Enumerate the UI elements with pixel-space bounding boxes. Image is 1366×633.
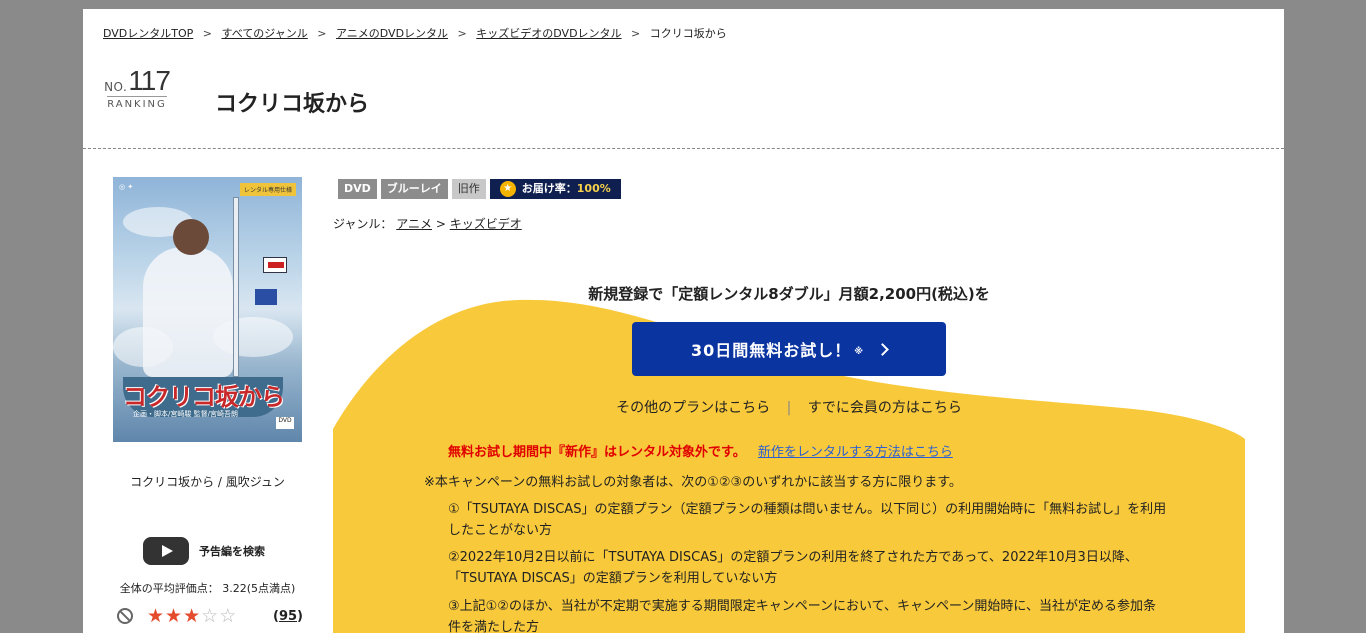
review-count-link[interactable]: 95 bbox=[279, 609, 297, 624]
studio-logo: ◎ ✦ bbox=[119, 183, 134, 191]
tag-old: 旧作 bbox=[451, 179, 486, 199]
breadcrumb-separator: > bbox=[457, 27, 467, 40]
free-trial-label: 30日間無料お試し！ bbox=[690, 341, 852, 360]
delivery-rate-badge: ★ お届け率： 100% bbox=[489, 179, 621, 199]
genre-label: ジャンル： bbox=[333, 217, 393, 231]
star-icon: ★ bbox=[499, 181, 516, 197]
warning-text: 無料お試し期間中『新作』はレンタル対象外です。 bbox=[448, 445, 746, 460]
tag-dvd: DVD bbox=[338, 179, 377, 199]
item-caption: コクリコ坂から / 風吹ジュン bbox=[130, 475, 285, 489]
cover-title: コクリコ坂から bbox=[123, 382, 285, 411]
member-login-link[interactable]: すでに会員の方はこちら bbox=[808, 400, 962, 416]
other-plans-link[interactable]: その他のプランはこちら bbox=[616, 400, 770, 416]
genre-link-kids-video[interactable]: キッズビデオ bbox=[450, 217, 522, 231]
star-icon-filled: ★ bbox=[183, 605, 202, 627]
star-icon-filled: ★ bbox=[165, 605, 184, 627]
new-release-warning: 無料お試し期間中『新作』はレンタル対象外です。 新作をレンタルする方法はこちら bbox=[448, 441, 953, 460]
rating-row: ★★★☆☆ (95) bbox=[117, 605, 303, 627]
breadcrumb-anime[interactable]: アニメのDVDレンタル bbox=[336, 27, 448, 40]
ranking-number: 117 bbox=[128, 65, 171, 96]
delivery-rate-label: お届け率： bbox=[521, 182, 577, 195]
free-trial-note-mark: ※ bbox=[854, 347, 865, 357]
chevron-right-icon bbox=[876, 342, 889, 356]
breadcrumb-kids-video[interactable]: キッズビデオのDVDレンタル bbox=[476, 27, 621, 40]
trailer-search-label: 予告編を検索 bbox=[199, 545, 265, 558]
plan-links-divider: | bbox=[786, 400, 792, 416]
average-rating-text: 全体の平均評価点： 3.22(5点満点) bbox=[119, 582, 296, 595]
genre-list: ジャンル： アニメ > キッズビデオ bbox=[333, 215, 522, 232]
genre-separator: > bbox=[435, 217, 446, 231]
delivery-rate-value: 100% bbox=[576, 182, 611, 195]
header-divider bbox=[83, 148, 1284, 149]
page-title: コクリコ坂から bbox=[215, 92, 370, 117]
not-interested-icon[interactable] bbox=[117, 608, 133, 624]
condition-3: ③上記①②のほか、当社が不定期で実施する期間限定キャンペーンにおいて、キャンペー… bbox=[448, 599, 1156, 633]
plan-links: その他のプランはこちら | すでに会員の方はこちら bbox=[333, 397, 1245, 417]
promo-headline: 新規登録で「定額レンタル8ダブル」月額2,200円(税込)を bbox=[588, 285, 990, 303]
star-icon-empty: ☆ bbox=[201, 605, 220, 627]
breadcrumb: DVDレンタルTOP > すべてのジャンル > アニメのDVDレンタル > キッ… bbox=[103, 25, 727, 41]
breadcrumb-separator: > bbox=[202, 27, 213, 40]
cover-dvd-mark: DVD bbox=[276, 417, 294, 429]
product-page: DVDレンタルTOP > すべてのジャンル > アニメのDVDレンタル > キッ… bbox=[83, 9, 1284, 633]
star-icon-empty: ☆ bbox=[219, 605, 238, 627]
play-icon bbox=[143, 537, 189, 565]
breadcrumb-current: コクリコ坂から bbox=[649, 27, 727, 40]
breadcrumb-all-genres[interactable]: すべてのジャンル bbox=[222, 27, 308, 40]
star-icon-filled: ★ bbox=[147, 605, 166, 627]
condition-2: ②2022年10月2日以前に「TSUTAYA DISCAS」の定額プランの利用を… bbox=[448, 550, 1138, 586]
tag-bluray: ブルーレイ bbox=[380, 179, 448, 199]
cover-subtitle: 企画・脚本/宮崎駿 監督/宮崎吾朗 bbox=[133, 410, 238, 418]
new-release-rental-link[interactable]: 新作をレンタルする方法はこちら bbox=[758, 445, 953, 460]
cover-rental-badge: レンタル専用仕様 bbox=[239, 183, 296, 196]
trailer-search-button[interactable]: 予告編を検索 bbox=[143, 537, 265, 565]
ranking-label: RANKING bbox=[107, 99, 167, 110]
campaign-note: ※本キャンペーンの無料お試しの対象者は、次の①②③のいずれかに該当する方に限りま… bbox=[424, 475, 962, 490]
rating-stars: ★★★☆☆ bbox=[147, 605, 237, 627]
cover-image[interactable]: ◎ ✦ レンタル専用仕様 コクリコ坂から 企画・脚本/宮崎駿 監督/宮崎吾朗 D… bbox=[113, 177, 302, 442]
ranking-badge: NO. 117 RANKING bbox=[104, 65, 171, 111]
review-count: (95) bbox=[273, 608, 303, 624]
ranking-prefix: NO. bbox=[104, 80, 128, 94]
genre-link-anime[interactable]: アニメ bbox=[396, 217, 432, 231]
breadcrumb-dvd-top[interactable]: DVDレンタルTOP bbox=[103, 27, 193, 40]
condition-1: ①「TSUTAYA DISCAS」の定額プラン（定額プランの種類は問いません。以… bbox=[448, 502, 1167, 538]
breadcrumb-separator: > bbox=[631, 27, 641, 40]
breadcrumb-separator: > bbox=[317, 27, 327, 40]
free-trial-button[interactable]: 30日間無料お試し！ ※ bbox=[632, 322, 946, 376]
format-tags: DVD ブルーレイ 旧作 ★ お届け率： 100% bbox=[338, 179, 621, 199]
